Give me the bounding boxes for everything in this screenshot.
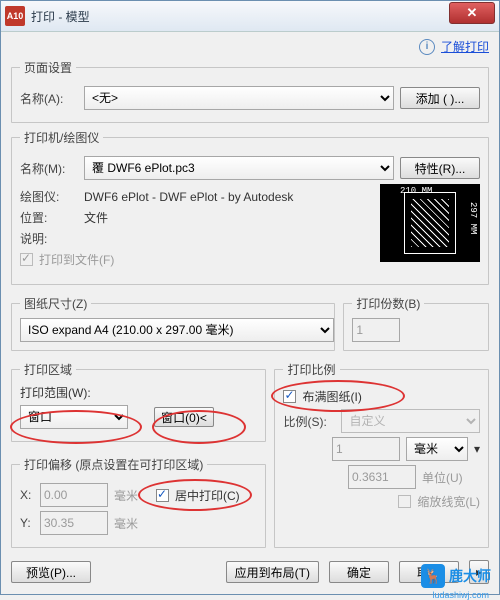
copies-input [352, 318, 400, 342]
preview-height-label: 297 MM [468, 202, 478, 234]
watermark-brand: 鹿大师 [449, 566, 491, 586]
page-setup-group: 页面设置 名称(A): <无> 添加 ( )... [11, 59, 489, 123]
page-setup-legend: 页面设置 [20, 59, 76, 76]
window-pick-button[interactable]: 窗口(0)< [154, 407, 214, 427]
offset-y-input [40, 511, 108, 535]
dialog-content: i 了解打印 页面设置 名称(A): <无> 添加 ( )... 打印机/绘图仪… [1, 32, 499, 594]
close-button[interactable]: ✕ [449, 2, 495, 24]
watermark: 🦌 鹿大师 [421, 564, 491, 588]
offset-y-label: Y: [20, 516, 34, 530]
printer-group: 打印机/绘图仪 名称(M): 覆 DWF6 ePlot.pc3 特性(R)...… [11, 129, 489, 285]
scale-lineweight-checkbox [398, 495, 411, 508]
center-plot-checkbox[interactable] [156, 489, 169, 502]
apply-layout-button[interactable]: 应用到布局(T) [226, 561, 319, 583]
scale-factor-input [348, 465, 416, 489]
desc-label: 说明: [20, 230, 78, 247]
add-page-setup-button[interactable]: 添加 ( )... [400, 87, 480, 109]
offset-group: 打印偏移 (原点设置在可打印区域) X: 毫米 居中打印(C) Y: 毫米 [11, 456, 266, 548]
page-setup-name-select[interactable]: <无> [84, 86, 394, 110]
plotter-value: DWF6 ePlot - DWF ePlot - by Autodesk [84, 190, 293, 204]
plot-area-group: 打印区域 打印范围(W): 窗口 窗口(0)< [11, 361, 266, 442]
paper-size-legend: 图纸尺寸(Z) [20, 295, 91, 312]
offset-x-unit: 毫米 [114, 487, 138, 504]
fit-to-paper-checkbox[interactable] [283, 390, 296, 403]
printer-props-button[interactable]: 特性(R)... [400, 157, 480, 179]
printer-name-select[interactable]: 覆 DWF6 ePlot.pc3 [84, 156, 394, 180]
titlebar: A10 打印 - 模型 ✕ [1, 1, 499, 32]
ok-button[interactable]: 确定 [329, 561, 389, 583]
window-title: 打印 - 模型 [31, 8, 449, 25]
scale-unit-input [332, 437, 400, 461]
scale-unit2-label: 单位(U) [422, 469, 480, 486]
app-icon: A10 [5, 6, 25, 26]
offset-x-label: X: [20, 488, 34, 502]
printer-legend: 打印机/绘图仪 [20, 129, 103, 146]
scale-group: 打印比例 布满图纸(I) 比例(S): 自定义 毫米 ▾ 单位(U) 缩放线宽(L… [274, 361, 489, 548]
page-setup-name-label: 名称(A): [20, 90, 78, 107]
offset-legend: 打印偏移 (原点设置在可打印区域) [20, 456, 207, 473]
printer-name-label: 名称(M): [20, 160, 78, 177]
scale-ratio-label: 比例(S): [283, 413, 335, 430]
scale-legend: 打印比例 [283, 361, 339, 378]
watermark-icon: 🦌 [421, 564, 445, 588]
scale-unit-select[interactable]: 毫米 [406, 437, 468, 461]
info-icon: i [419, 39, 435, 55]
paper-size-select[interactable]: ISO expand A4 (210.00 x 297.00 毫米) [20, 318, 334, 342]
plotter-label: 绘图仪: [20, 188, 78, 205]
paper-size-group: 图纸尺寸(Z) ISO expand A4 (210.00 x 297.00 毫… [11, 295, 335, 351]
print-dialog: A10 打印 - 模型 ✕ i 了解打印 页面设置 名称(A): <无> 添加 … [0, 0, 500, 595]
scale-ratio-select: 自定义 [341, 409, 480, 433]
copies-group: 打印份数(B) [343, 295, 489, 351]
plot-area-legend: 打印区域 [20, 361, 76, 378]
print-to-file-checkbox [20, 253, 33, 266]
watermark-url: ludashiwj.com [432, 590, 489, 600]
print-to-file-label: 打印到文件(F) [39, 251, 114, 268]
location-label: 位置: [20, 209, 78, 226]
fit-to-paper-label: 布满图纸(I) [302, 388, 361, 405]
plot-scope-select[interactable]: 窗口 [20, 405, 128, 429]
offset-y-unit: 毫米 [114, 515, 138, 532]
offset-x-input [40, 483, 108, 507]
location-value: 文件 [84, 209, 108, 226]
paper-preview: 210 MM 297 MM [380, 184, 480, 262]
copies-legend: 打印份数(B) [352, 295, 424, 312]
equals-icon: ▾ [474, 442, 480, 456]
plot-scope-label: 打印范围(W): [20, 384, 257, 401]
preview-button[interactable]: 预览(P)... [11, 561, 91, 583]
scale-lineweight-label: 缩放线宽(L) [417, 493, 480, 510]
center-plot-label: 居中打印(C) [175, 487, 240, 504]
learn-print-link[interactable]: 了解打印 [441, 38, 489, 55]
